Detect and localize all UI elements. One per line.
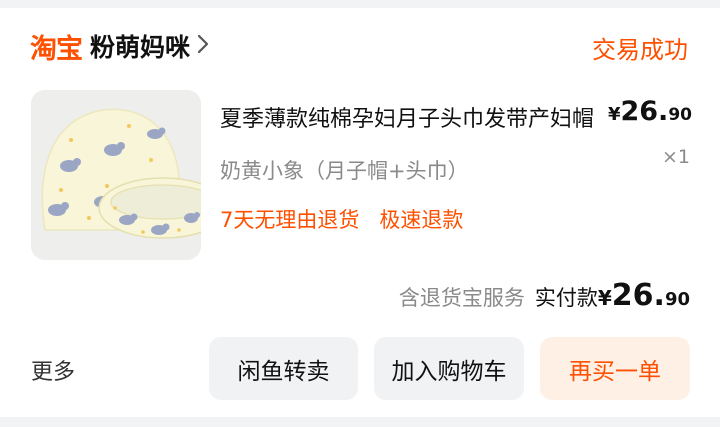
order-card: 淘宝 粉萌妈咪 交易成功 夏季薄款纯棉孕妇月子头巾发带产妇帽 ¥26.90 奶黄… [0, 8, 720, 417]
chevron-right-icon[interactable] [196, 33, 210, 60]
taobao-logo: 淘宝 [30, 33, 83, 65]
order-status: 交易成功 [592, 36, 688, 64]
product-sku: 奶黄小象（月子帽+头巾） [220, 159, 469, 183]
shop-name[interactable]: 粉萌妈咪 [90, 28, 190, 64]
tag-fast-refund: 极速退款 [379, 208, 464, 232]
more-button[interactable]: 更多 [31, 354, 75, 386]
add-to-cart-button[interactable]: 加入购物车 [374, 337, 524, 400]
shop-header[interactable]: 淘宝 粉萌妈咪 [30, 26, 210, 66]
service-tags: 7天无理由退货 极速退款 [220, 204, 463, 234]
paid-amount: 26. [611, 278, 665, 313]
paid-label: 实付款 [534, 286, 598, 310]
tag-return-7days: 7天无理由退货 [220, 208, 360, 232]
buy-again-button[interactable]: 再买一单 [540, 337, 690, 400]
product-thumbnail[interactable] [31, 90, 201, 260]
payment-summary: 含退货宝服务 实付款 ¥26. 90 [398, 278, 690, 313]
product-price: ¥26.90 [607, 96, 692, 127]
return-insurance-label: 含退货宝服务 [398, 286, 525, 310]
resell-button[interactable]: 闲鱼转卖 [209, 337, 358, 400]
product-quantity: ×1 [661, 146, 690, 168]
product-title[interactable]: 夏季薄款纯棉孕妇月子头巾发带产妇帽 [220, 101, 612, 133]
